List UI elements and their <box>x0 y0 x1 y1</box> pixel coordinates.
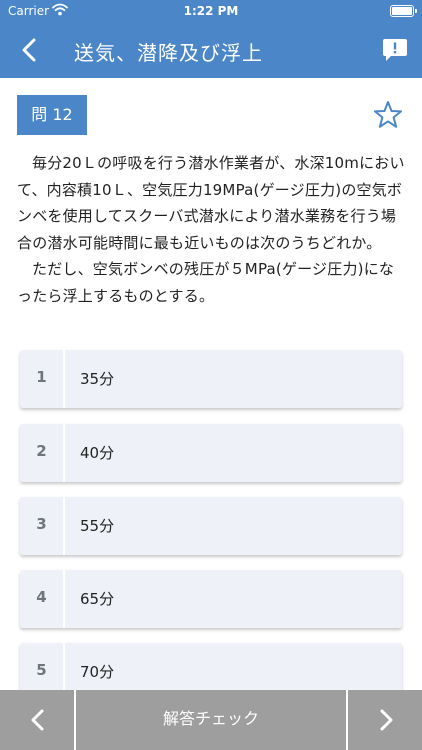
question-text: 毎分20Ｌの呼吸を行う潜水作業者が、水深10mにおいて、内容積10Ｌ、空気圧力1… <box>17 150 409 309</box>
option-number: 1 <box>36 368 47 386</box>
page-title: 送気、潜降及び浮上 <box>74 41 263 65</box>
previous-question-button[interactable] <box>0 690 74 750</box>
navigation-bar: 送気、潜降及び浮上 <box>0 22 422 78</box>
option-text: 35分 <box>80 370 115 388</box>
chevron-left-icon <box>31 709 44 731</box>
report-button[interactable] <box>382 38 408 62</box>
bookmark-button[interactable] <box>372 99 404 131</box>
status-bar: Carrier 1:22 PM <box>0 0 422 22</box>
chevron-right-icon <box>380 709 393 731</box>
answer-check-button[interactable]: 解答チェック <box>76 690 346 750</box>
chevron-left-icon <box>22 38 36 62</box>
star-outline-icon <box>374 101 402 128</box>
bottom-toolbar: 解答チェック <box>0 690 422 750</box>
option-number: 2 <box>36 442 47 460</box>
option-divider <box>63 350 65 408</box>
next-question-button[interactable] <box>348 690 422 750</box>
question-note: ただし、空気ボンベの残圧が５MPa(ゲージ圧力)になったら浮上するものとする。 <box>17 260 395 305</box>
answer-option-2[interactable]: 2 40分 <box>20 424 402 482</box>
option-divider <box>63 497 65 555</box>
option-divider <box>63 424 65 482</box>
option-text: 65分 <box>80 590 115 608</box>
option-divider <box>63 570 65 628</box>
option-number: 3 <box>36 515 47 533</box>
option-text: 55分 <box>80 517 115 535</box>
question-paragraph: 毎分20Ｌの呼吸を行う潜水作業者が、水深10mにおいて、内容積10Ｌ、空気圧力1… <box>17 154 405 252</box>
option-number: 4 <box>36 588 47 606</box>
answer-option-1[interactable]: 1 35分 <box>20 350 402 408</box>
report-bubble-icon <box>383 39 407 61</box>
option-text: 40分 <box>80 444 115 462</box>
battery-icon <box>390 5 417 17</box>
back-button[interactable] <box>16 36 44 64</box>
question-number-badge: 問 12 <box>17 95 87 135</box>
status-time: 1:22 PM <box>183 4 239 18</box>
answer-option-4[interactable]: 4 65分 <box>20 570 402 628</box>
answer-option-3[interactable]: 3 55分 <box>20 497 402 555</box>
